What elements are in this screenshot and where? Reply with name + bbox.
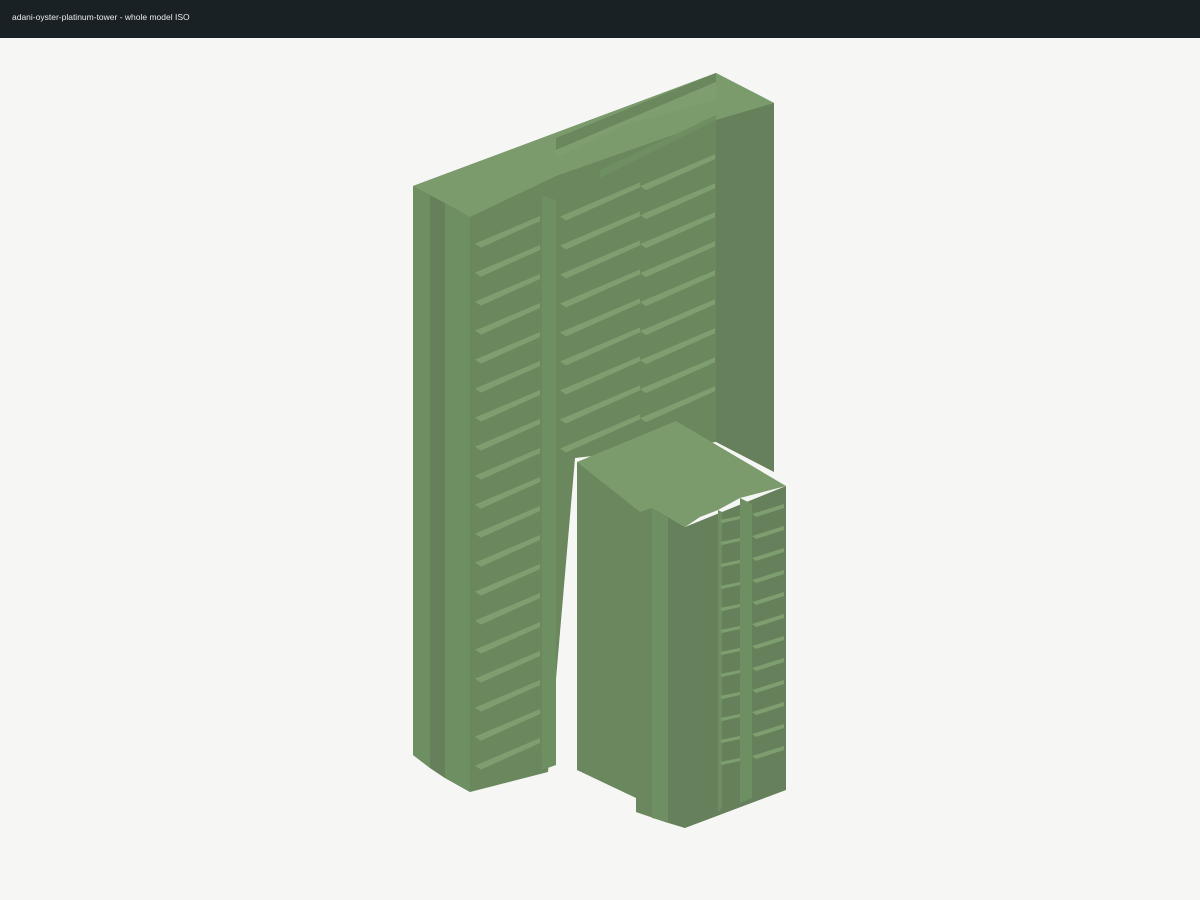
wing-pier-b [668,518,685,828]
wing-right-pier [740,498,752,803]
wing-right-pier-2 [718,510,722,812]
main-tower-left-recess [430,195,445,778]
main-tower-pier-b [542,195,556,770]
model-canvas[interactable] [0,38,1200,900]
title-bar: adani-oyster-platinum-tower - whole mode… [0,0,1200,38]
wing-right-face [685,486,786,828]
window-title: adani-oyster-platinum-tower - whole mode… [12,12,190,22]
main-tower-left-pier [413,186,430,768]
main-tower-right-face [716,73,774,472]
building-model [413,73,786,828]
wing-pier-a [652,508,668,822]
main-tower-pier-a [445,203,470,792]
model-viewport[interactable] [0,38,1200,900]
